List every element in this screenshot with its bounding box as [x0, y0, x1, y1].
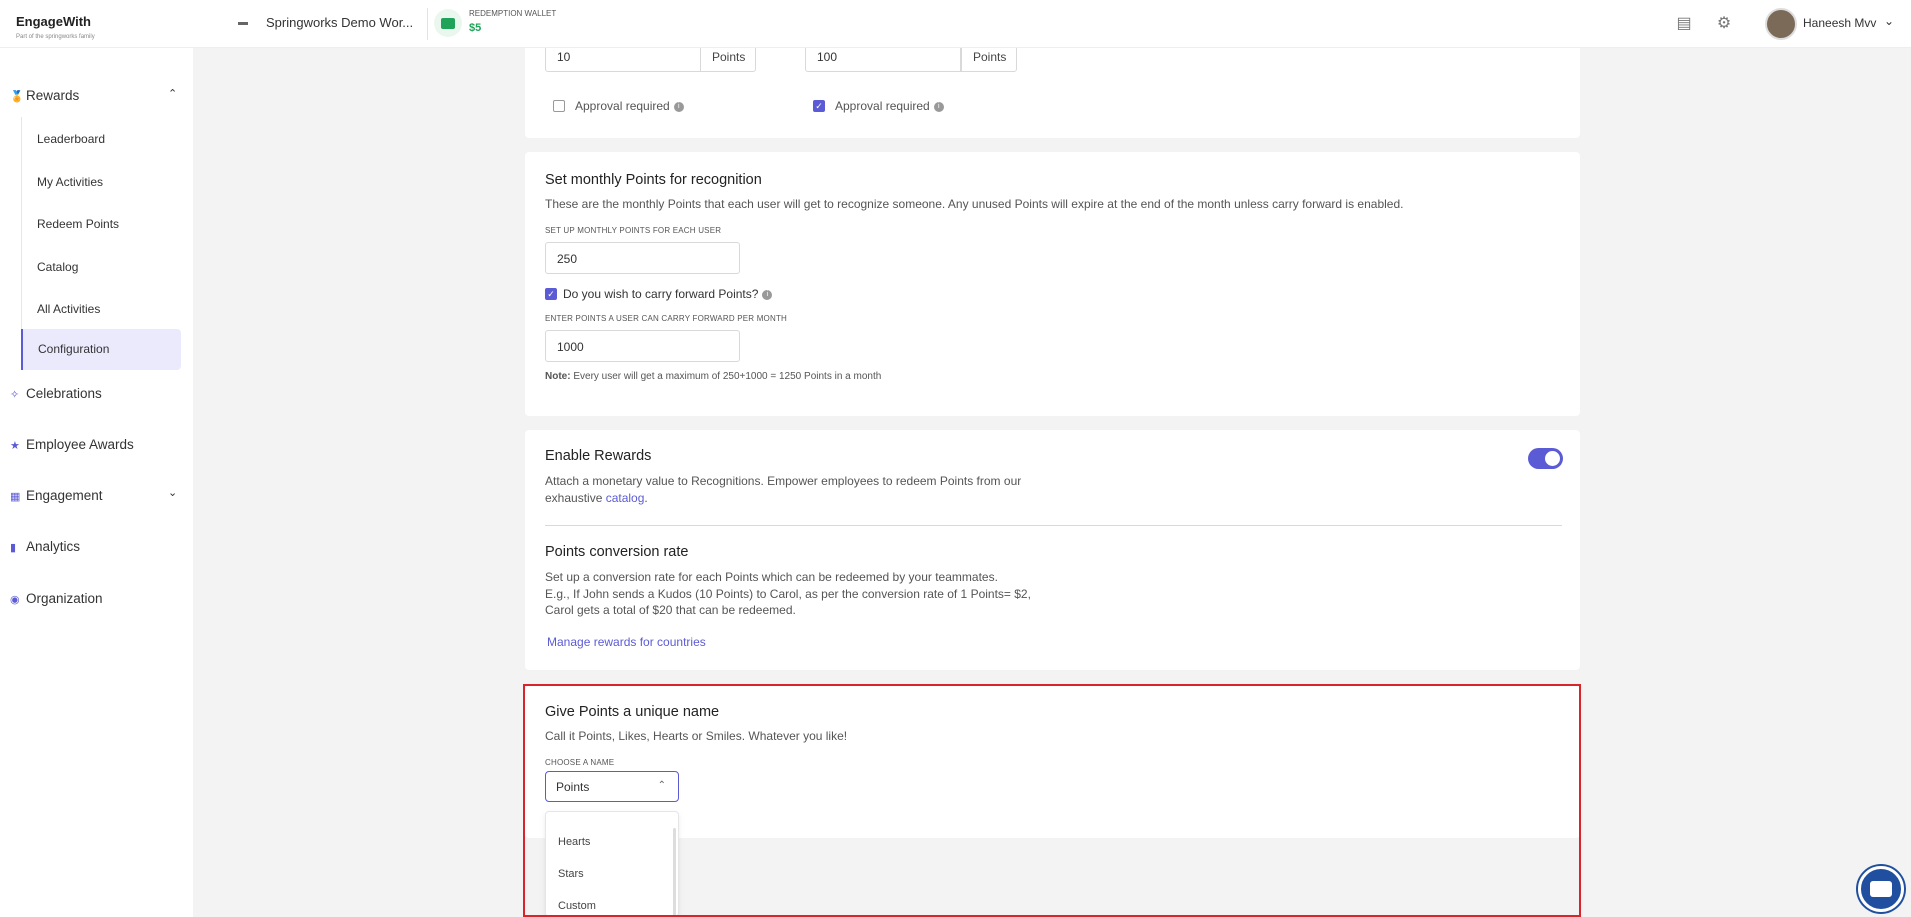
section-description: Attach a monetary value to Recognitions.…: [545, 474, 1022, 488]
name-select[interactable]: Points ⌃: [545, 771, 679, 802]
carry-forward-label: Do you wish to carry forward Points? i: [563, 287, 773, 301]
conversion-text: E.g., If John sends a Kudos (10 Points) …: [545, 587, 1031, 601]
trophy-icon: ★: [10, 440, 20, 452]
conversion-text: Carol gets a total of $20 that can be re…: [545, 603, 796, 617]
sidebar-item-rewards[interactable]: 🏅 Rewards: [10, 88, 79, 103]
chevron-down-icon[interactable]: ⌄: [1884, 14, 1894, 28]
sidebar-item-employee-awards[interactable]: ★ Employee Awards: [10, 437, 134, 452]
organization-icon: ◉: [10, 594, 20, 606]
enable-rewards-toggle[interactable]: [1528, 448, 1563, 469]
dropdown-option-custom[interactable]: Custom: [558, 900, 596, 912]
name-dropdown: Hearts Stars Custom: [545, 811, 679, 917]
user-name[interactable]: Haneesh Mvv: [1803, 16, 1876, 30]
info-icon[interactable]: i: [762, 289, 773, 300]
section-title: Give Points a unique name: [545, 704, 720, 720]
field-label: CHOOSE A NAME: [545, 758, 615, 767]
card-icon[interactable]: ▤: [1673, 13, 1695, 35]
enable-rewards-card: Enable Rewards Attach a monetary value t…: [525, 430, 1580, 670]
divider: [545, 525, 1562, 526]
carry-forward-checkbox[interactable]: ✓: [545, 288, 557, 300]
manage-rewards-link[interactable]: Manage rewards for countries: [547, 635, 706, 649]
approval-checkbox-1[interactable]: [553, 100, 565, 112]
medal-icon: 🏅: [10, 91, 24, 103]
conversion-text: Set up a conversion rate for each Points…: [545, 570, 998, 584]
info-icon[interactable]: i: [673, 101, 684, 112]
field-label: ENTER POINTS A USER CAN CARRY FORWARD PE…: [545, 314, 788, 323]
field-label: SET UP MONTHLY POINTS FOR EACH USER: [545, 226, 722, 235]
app-logo[interactable]: EngageWith: [16, 14, 91, 29]
monthly-points-input[interactable]: 250: [545, 242, 740, 274]
chat-icon[interactable]: [1858, 866, 1904, 912]
sidebar-item-configuration[interactable]: Configuration: [38, 342, 109, 356]
sidebar-item-my-activities[interactable]: My Activities: [37, 175, 103, 189]
catalog-link[interactable]: catalog: [606, 491, 645, 505]
section-title: Enable Rewards: [545, 448, 652, 464]
chevron-up-icon: ⌃: [657, 780, 666, 791]
sidebar-item-analytics[interactable]: ▮ Analytics: [10, 539, 80, 554]
logo-subtitle: Part of the springworks family: [16, 34, 95, 40]
sidebar-item-engagement[interactable]: ▦ Engagement: [10, 488, 103, 503]
sidebar-item-all-activities[interactable]: All Activities: [37, 302, 100, 316]
section-description: exhaustive catalog.: [545, 491, 648, 505]
sidebar-item-redeem-points[interactable]: Redeem Points: [37, 217, 119, 231]
approval-label-1: Approval required i: [575, 99, 684, 113]
engagement-icon: ▦: [10, 491, 21, 503]
chevron-down-icon[interactable]: ⌄: [168, 486, 177, 499]
points-name-card: Give Points a unique name Call it Points…: [525, 686, 1580, 838]
section-title: Points conversion rate: [545, 544, 689, 560]
note-text: Note: Every user will get a maximum of 2…: [545, 371, 882, 382]
wallet-label: REDEMPTION WALLET: [469, 9, 557, 18]
dropdown-option-hearts[interactable]: Hearts: [558, 836, 590, 848]
avatar[interactable]: [1765, 8, 1797, 40]
party-icon: ✧: [10, 389, 20, 401]
section-description: Call it Points, Likes, Hearts or Smiles.…: [545, 729, 848, 743]
sidebar-item-leaderboard[interactable]: Leaderboard: [37, 132, 105, 146]
workspace-logo-icon: ▬: [238, 17, 248, 28]
dropdown-option-stars[interactable]: Stars: [558, 868, 584, 880]
sidebar-item-catalog[interactable]: Catalog: [37, 260, 78, 274]
sidebar: 🏅 Rewards ⌃ Leaderboard My Activities Red…: [0, 48, 193, 917]
carry-forward-input[interactable]: 1000: [545, 330, 740, 362]
divider: [427, 8, 428, 40]
info-icon[interactable]: i: [933, 101, 944, 112]
wallet-icon: [434, 9, 462, 37]
gear-icon[interactable]: ⚙: [1713, 13, 1735, 35]
workspace-name[interactable]: Springworks Demo Wor...: [266, 15, 413, 30]
chevron-up-icon[interactable]: ⌃: [168, 87, 177, 100]
top-bar: EngageWith Part of the springworks famil…: [0, 0, 1911, 48]
points-range-card: 10 Points 100 Points Approval required i …: [525, 40, 1580, 138]
analytics-icon: ▮: [10, 542, 17, 554]
sidebar-item-organization[interactable]: ◉ Organization: [10, 591, 103, 606]
wallet-balance[interactable]: $5: [469, 22, 481, 34]
sidebar-item-celebrations[interactable]: ✧ Celebrations: [10, 386, 102, 401]
approval-checkbox-2[interactable]: ✓: [813, 100, 825, 112]
section-title: Set monthly Points for recognition: [545, 172, 762, 188]
approval-label-2: Approval required i: [835, 99, 944, 113]
monthly-points-card: Set monthly Points for recognition These…: [525, 152, 1580, 416]
section-description: These are the monthly Points that each u…: [545, 197, 1404, 211]
dropdown-scrollbar[interactable]: [673, 828, 676, 917]
